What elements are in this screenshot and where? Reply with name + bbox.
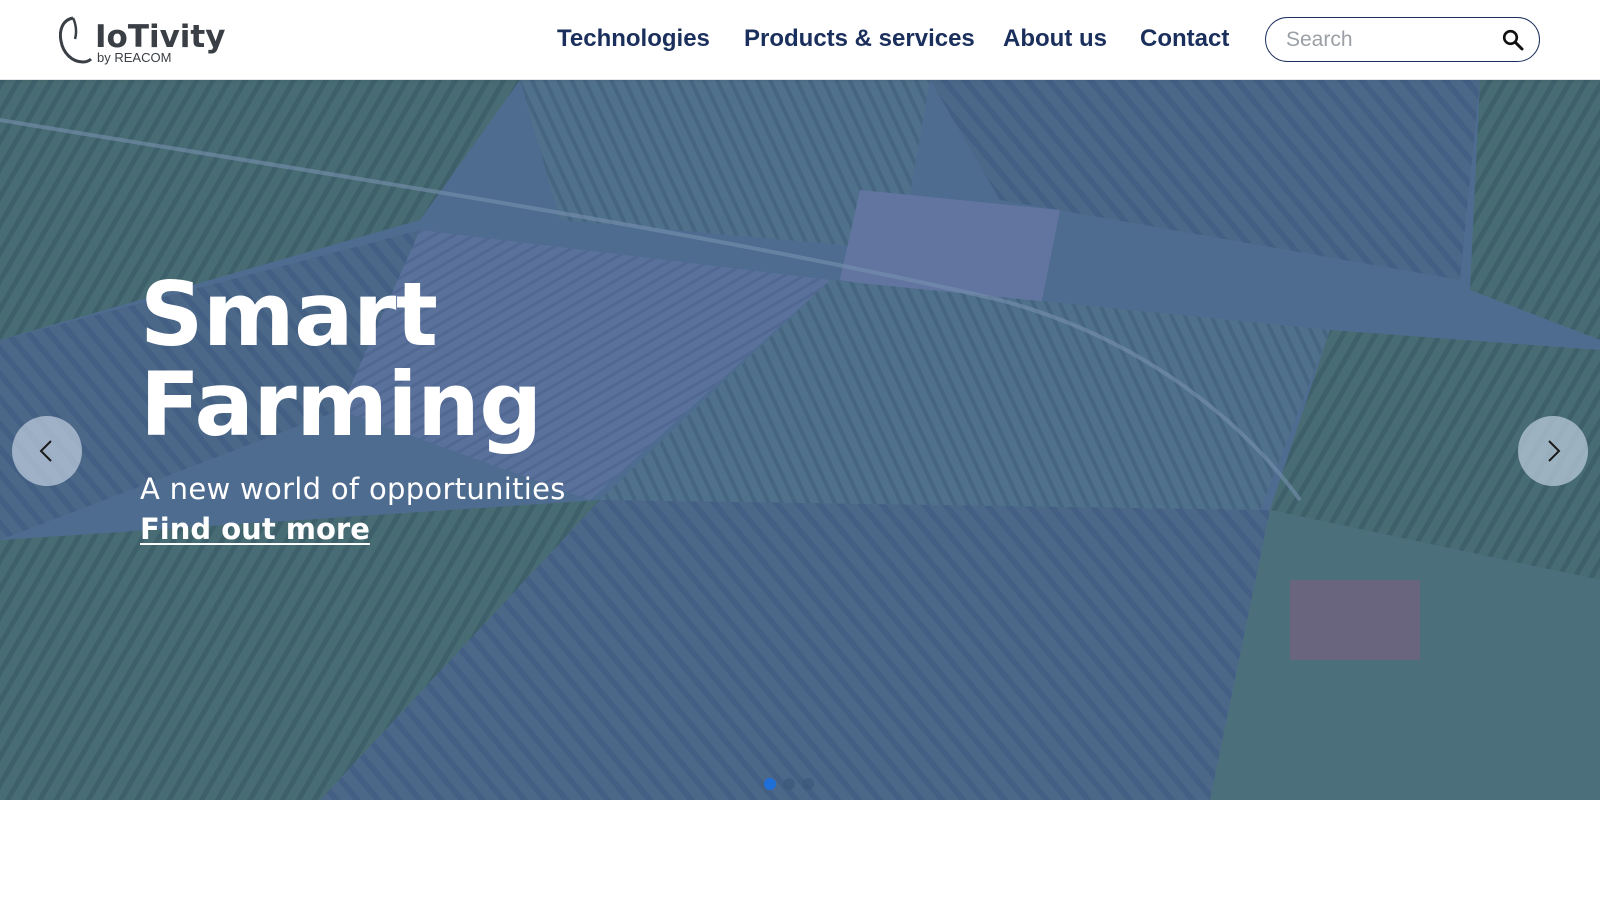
slider-dot-1[interactable] bbox=[764, 778, 776, 790]
search-icon[interactable] bbox=[1501, 28, 1525, 52]
nav-item-products-services[interactable]: Products & services bbox=[744, 24, 975, 54]
hero-title: Smart Farming bbox=[140, 270, 566, 450]
hero-slider: Smart Farming A new world of opportuniti… bbox=[0, 80, 1600, 800]
search-input[interactable] bbox=[1286, 26, 1486, 54]
slider-dot-2[interactable] bbox=[783, 778, 795, 790]
search-box bbox=[1265, 17, 1540, 62]
slider-dot-3[interactable] bbox=[802, 778, 814, 790]
chevron-left-icon bbox=[39, 440, 52, 462]
hero-content: Smart Farming A new world of opportuniti… bbox=[140, 270, 566, 547]
nav-item-about-us[interactable]: About us bbox=[1003, 24, 1107, 54]
chevron-right-icon bbox=[1548, 440, 1561, 462]
hero-subtitle: A new world of opportunities bbox=[140, 472, 566, 506]
nav-item-technologies[interactable]: Technologies bbox=[557, 24, 710, 54]
slider-prev-button[interactable] bbox=[12, 416, 82, 486]
hero-title-line-2: Farming bbox=[140, 353, 542, 456]
slider-next-button[interactable] bbox=[1518, 416, 1588, 486]
site-header: IoTivity by REACOM Technologies Products… bbox=[0, 0, 1600, 80]
nav-item-contact[interactable]: Contact bbox=[1140, 24, 1229, 54]
find-out-more-link[interactable]: Find out more bbox=[140, 512, 370, 546]
hero-title-line-1: Smart bbox=[140, 263, 438, 366]
